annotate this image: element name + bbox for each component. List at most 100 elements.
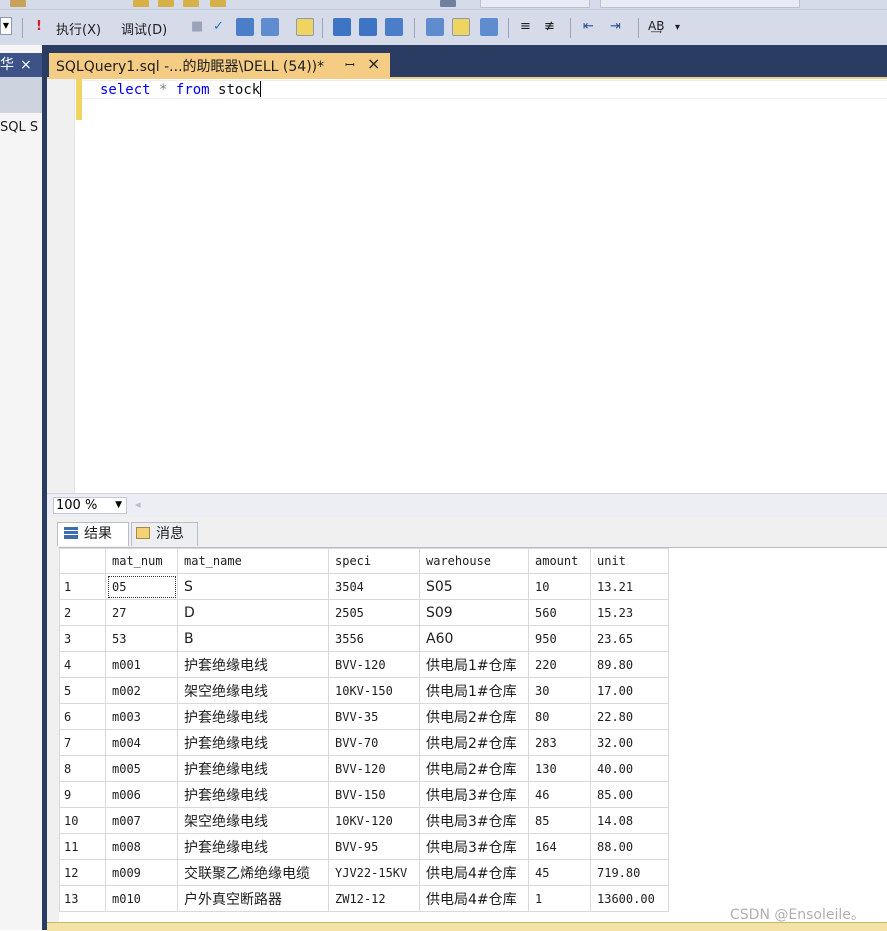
cell-speci[interactable]: BVV-35 xyxy=(328,703,420,730)
cell-warehouse[interactable]: 供电局3#仓库 xyxy=(419,833,529,860)
cell-unit[interactable]: 15.23 xyxy=(590,599,669,626)
row-number-cell[interactable]: 11 xyxy=(59,833,106,860)
specify-values-icon[interactable]: A͢B xyxy=(648,19,664,33)
row-number-cell[interactable]: 2 xyxy=(59,599,106,626)
column-header[interactable]: mat_name xyxy=(177,548,329,574)
cell-mat_num[interactable]: m009 xyxy=(105,859,178,886)
cell-amount[interactable]: 950 xyxy=(528,625,591,652)
cell-mat_num[interactable]: m006 xyxy=(105,781,178,808)
cell-mat_name[interactable]: 架空绝缘电线 xyxy=(177,677,329,704)
cell-amount[interactable]: 30 xyxy=(528,677,591,704)
dropdown-arrow-icon[interactable]: ▼ xyxy=(115,498,122,513)
toolbar-overflow-icon[interactable]: ▾ xyxy=(675,22,680,33)
pin-icon[interactable]: ꟷ xyxy=(345,56,355,73)
cell-warehouse[interactable]: 供电局1#仓库 xyxy=(419,651,529,678)
cell-speci[interactable]: BVV-70 xyxy=(328,729,420,756)
cell-mat_num[interactable]: m003 xyxy=(105,703,178,730)
row-number-cell[interactable]: 13 xyxy=(59,885,106,912)
cell-amount[interactable]: 85 xyxy=(528,807,591,834)
cell-mat_name[interactable]: 护套绝缘电线 xyxy=(177,833,329,860)
cell-speci[interactable]: BVV-120 xyxy=(328,651,420,678)
column-header[interactable]: amount xyxy=(528,548,591,574)
cell-amount[interactable]: 80 xyxy=(528,703,591,730)
cell-amount[interactable]: 1 xyxy=(528,885,591,912)
cell-unit[interactable]: 23.65 xyxy=(590,625,669,652)
cell-amount[interactable]: 560 xyxy=(528,599,591,626)
cell-warehouse[interactable]: 供电局2#仓库 xyxy=(419,729,529,756)
combo-box[interactable] xyxy=(600,0,800,8)
cell-mat_num[interactable]: 53 xyxy=(105,625,178,652)
results-file-icon[interactable] xyxy=(480,18,498,36)
cell-mat_name[interactable]: 户外真空断路器 xyxy=(177,885,329,912)
cell-speci[interactable]: 2505 xyxy=(328,599,420,626)
server-node[interactable]: SQL S xyxy=(0,120,38,135)
stop-icon[interactable]: ■ xyxy=(191,19,203,34)
execute-icon[interactable]: ! xyxy=(36,19,42,34)
cell-unit[interactable]: 85.00 xyxy=(590,781,669,808)
cell-unit[interactable]: 22.80 xyxy=(590,703,669,730)
table-row[interactable]: 9 m006 护套绝缘电线 BVV-150 供电局3#仓库 46 85.00 xyxy=(59,781,669,808)
cell-mat_name[interactable]: S xyxy=(177,573,329,600)
decrease-indent-icon[interactable]: ⇤ xyxy=(583,19,594,34)
cell-amount[interactable]: 164 xyxy=(528,833,591,860)
cell-speci[interactable]: YJV22-15KV xyxy=(328,859,420,886)
cell-warehouse[interactable]: S05 xyxy=(419,573,529,600)
cell-warehouse[interactable]: 供电局2#仓库 xyxy=(419,703,529,730)
cell-warehouse[interactable]: A60 xyxy=(419,625,529,652)
comment-icon[interactable]: ≡ xyxy=(520,19,531,34)
table-row[interactable]: 12 m009 交联聚乙烯绝缘电缆 YJV22-15KV 供电局4#仓库 45 719.80 xyxy=(59,859,669,886)
cell-speci[interactable]: 3504 xyxy=(328,573,420,600)
toolbar-icon[interactable] xyxy=(210,0,226,7)
cell-mat_num[interactable]: 05 xyxy=(105,573,178,600)
cell-mat_name[interactable]: 架空绝缘电线 xyxy=(177,807,329,834)
cell-amount[interactable]: 45 xyxy=(528,859,591,886)
row-number-cell[interactable]: 10 xyxy=(59,807,106,834)
column-header[interactable]: warehouse xyxy=(419,548,529,574)
results-grid-icon[interactable] xyxy=(452,18,470,36)
row-number-cell[interactable]: 12 xyxy=(59,859,106,886)
table-row[interactable]: 8 m005 护套绝缘电线 BVV-120 供电局2#仓库 130 40.00 xyxy=(59,755,669,782)
cell-speci[interactable]: 10KV-150 xyxy=(328,677,420,704)
row-number-cell[interactable]: 8 xyxy=(59,755,106,782)
toolbar-icon[interactable] xyxy=(183,0,199,7)
include-plan-icon[interactable] xyxy=(333,18,351,36)
debug-button[interactable]: 调试(D) xyxy=(121,19,167,38)
cell-warehouse[interactable]: S09 xyxy=(419,599,529,626)
table-row[interactable]: 2 27 D 2505 S09 560 15.23 xyxy=(59,599,669,626)
cell-mat_num[interactable]: m008 xyxy=(105,833,178,860)
cell-speci[interactable]: BVV-95 xyxy=(328,833,420,860)
cell-amount[interactable]: 46 xyxy=(528,781,591,808)
live-stats-icon[interactable] xyxy=(359,18,377,36)
corner-cell[interactable] xyxy=(59,548,106,574)
cell-mat_name[interactable]: 交联聚乙烯绝缘电缆 xyxy=(177,859,329,886)
cell-warehouse[interactable]: 供电局3#仓库 xyxy=(419,807,529,834)
cell-mat_num[interactable]: m004 xyxy=(105,729,178,756)
table-row[interactable]: 5 m002 架空绝缘电线 10KV-150 供电局1#仓库 30 17.00 xyxy=(59,677,669,704)
table-row[interactable]: 3 53 B 3556 A60 950 23.65 xyxy=(59,625,669,652)
row-number-cell[interactable]: 1 xyxy=(59,573,106,600)
cell-amount[interactable]: 283 xyxy=(528,729,591,756)
cell-speci[interactable]: BVV-120 xyxy=(328,755,420,782)
cell-warehouse[interactable]: 供电局1#仓库 xyxy=(419,677,529,704)
cell-mat_num[interactable]: m010 xyxy=(105,885,178,912)
cell-warehouse[interactable]: 供电局4#仓库 xyxy=(419,859,529,886)
cell-speci[interactable]: BVV-150 xyxy=(328,781,420,808)
row-number-cell[interactable]: 5 xyxy=(59,677,106,704)
query-options-icon[interactable] xyxy=(296,18,314,36)
toolbar-icon[interactable] xyxy=(440,0,456,7)
cell-speci[interactable]: ZW12-12 xyxy=(328,885,420,912)
cell-unit[interactable]: 13.21 xyxy=(590,573,669,600)
cell-unit[interactable]: 89.80 xyxy=(590,651,669,678)
execute-button[interactable]: 执行(X) xyxy=(56,19,101,38)
table-row[interactable]: 7 m004 护套绝缘电线 BVV-70 供电局2#仓库 283 32.00 xyxy=(59,729,669,756)
tab-sqlquery1[interactable]: SQLQuery1.sql -...的助眠器\DELL (54))* ꟷ × xyxy=(49,53,390,77)
display-plan-icon[interactable] xyxy=(261,18,279,36)
cell-mat_name[interactable]: 护套绝缘电线 xyxy=(177,703,329,730)
zoom-dropdown[interactable]: 100 % ▼ xyxy=(53,497,127,514)
cell-mat_name[interactable]: D xyxy=(177,599,329,626)
cell-unit[interactable]: 40.00 xyxy=(590,755,669,782)
table-row[interactable]: 6 m003 护套绝缘电线 BVV-35 供电局2#仓库 80 22.80 xyxy=(59,703,669,730)
table-row[interactable]: 10 m007 架空绝缘电线 10KV-120 供电局3#仓库 85 14.08 xyxy=(59,807,669,834)
cell-mat_name[interactable]: 护套绝缘电线 xyxy=(177,651,329,678)
cell-unit[interactable]: 14.08 xyxy=(590,807,669,834)
